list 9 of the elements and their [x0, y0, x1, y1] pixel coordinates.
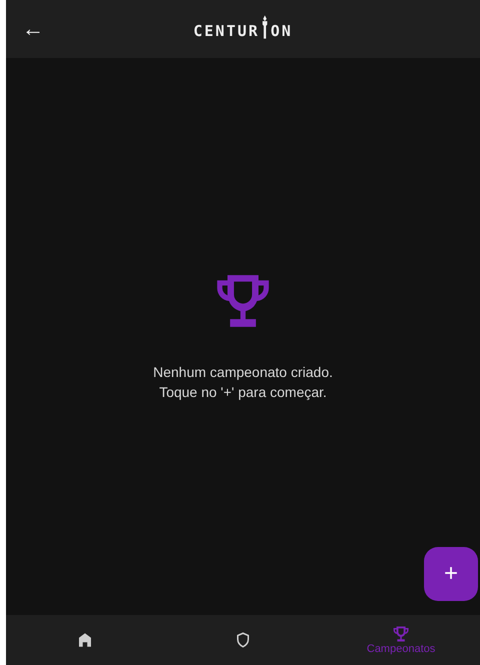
add-button[interactable]: +: [424, 547, 478, 601]
logo-text: ON: [270, 22, 293, 40]
torch-icon: [262, 14, 269, 40]
home-icon: [76, 631, 94, 649]
empty-message: Nenhum campeonato criado. Toque no '+' para começar.: [153, 363, 333, 402]
back-button[interactable]: ←: [12, 12, 54, 46]
logo-text: CENTUR: [193, 22, 260, 40]
shield-icon: [234, 631, 252, 649]
trophy-icon: [392, 624, 410, 642]
